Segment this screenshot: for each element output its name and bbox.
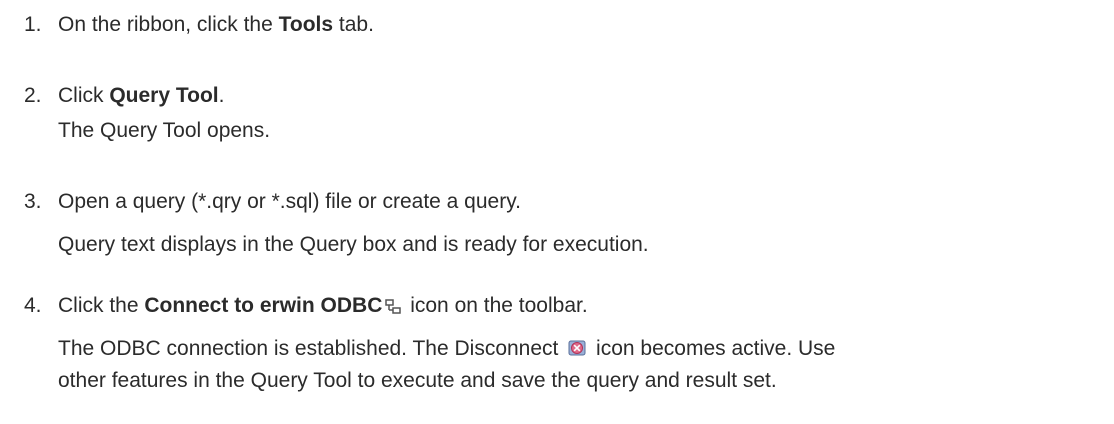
- step-result-continued: other features in the Query Tool to exec…: [58, 369, 777, 392]
- step-number: 1.: [24, 13, 42, 36]
- step-number: 2.: [24, 84, 42, 107]
- step-result: The ODBC connection is established. The …: [58, 334, 835, 367]
- disconnect-icon: [567, 337, 587, 367]
- step-result: Query text displays in the Query box and…: [58, 233, 649, 256]
- ui-term-query-tool: Query Tool: [109, 84, 219, 107]
- step-result: The Query Tool opens.: [58, 119, 271, 142]
- ui-term-connect-odbc: Connect to erwin ODBC: [144, 294, 383, 317]
- step-instruction: On the ribbon, click the Tools tab.: [58, 13, 374, 36]
- step-number: 4.: [24, 294, 42, 317]
- step-instruction: Click Query Tool.: [58, 84, 225, 107]
- step-instruction: Click the Connect to erwin ODBC icon on …: [58, 291, 588, 324]
- ui-term-tools: Tools: [278, 13, 334, 36]
- step-instruction: Open a query (*.qry or *.sql) file or cr…: [58, 190, 521, 213]
- step-number: 3.: [24, 190, 42, 213]
- connect-odbc-icon: [385, 294, 402, 324]
